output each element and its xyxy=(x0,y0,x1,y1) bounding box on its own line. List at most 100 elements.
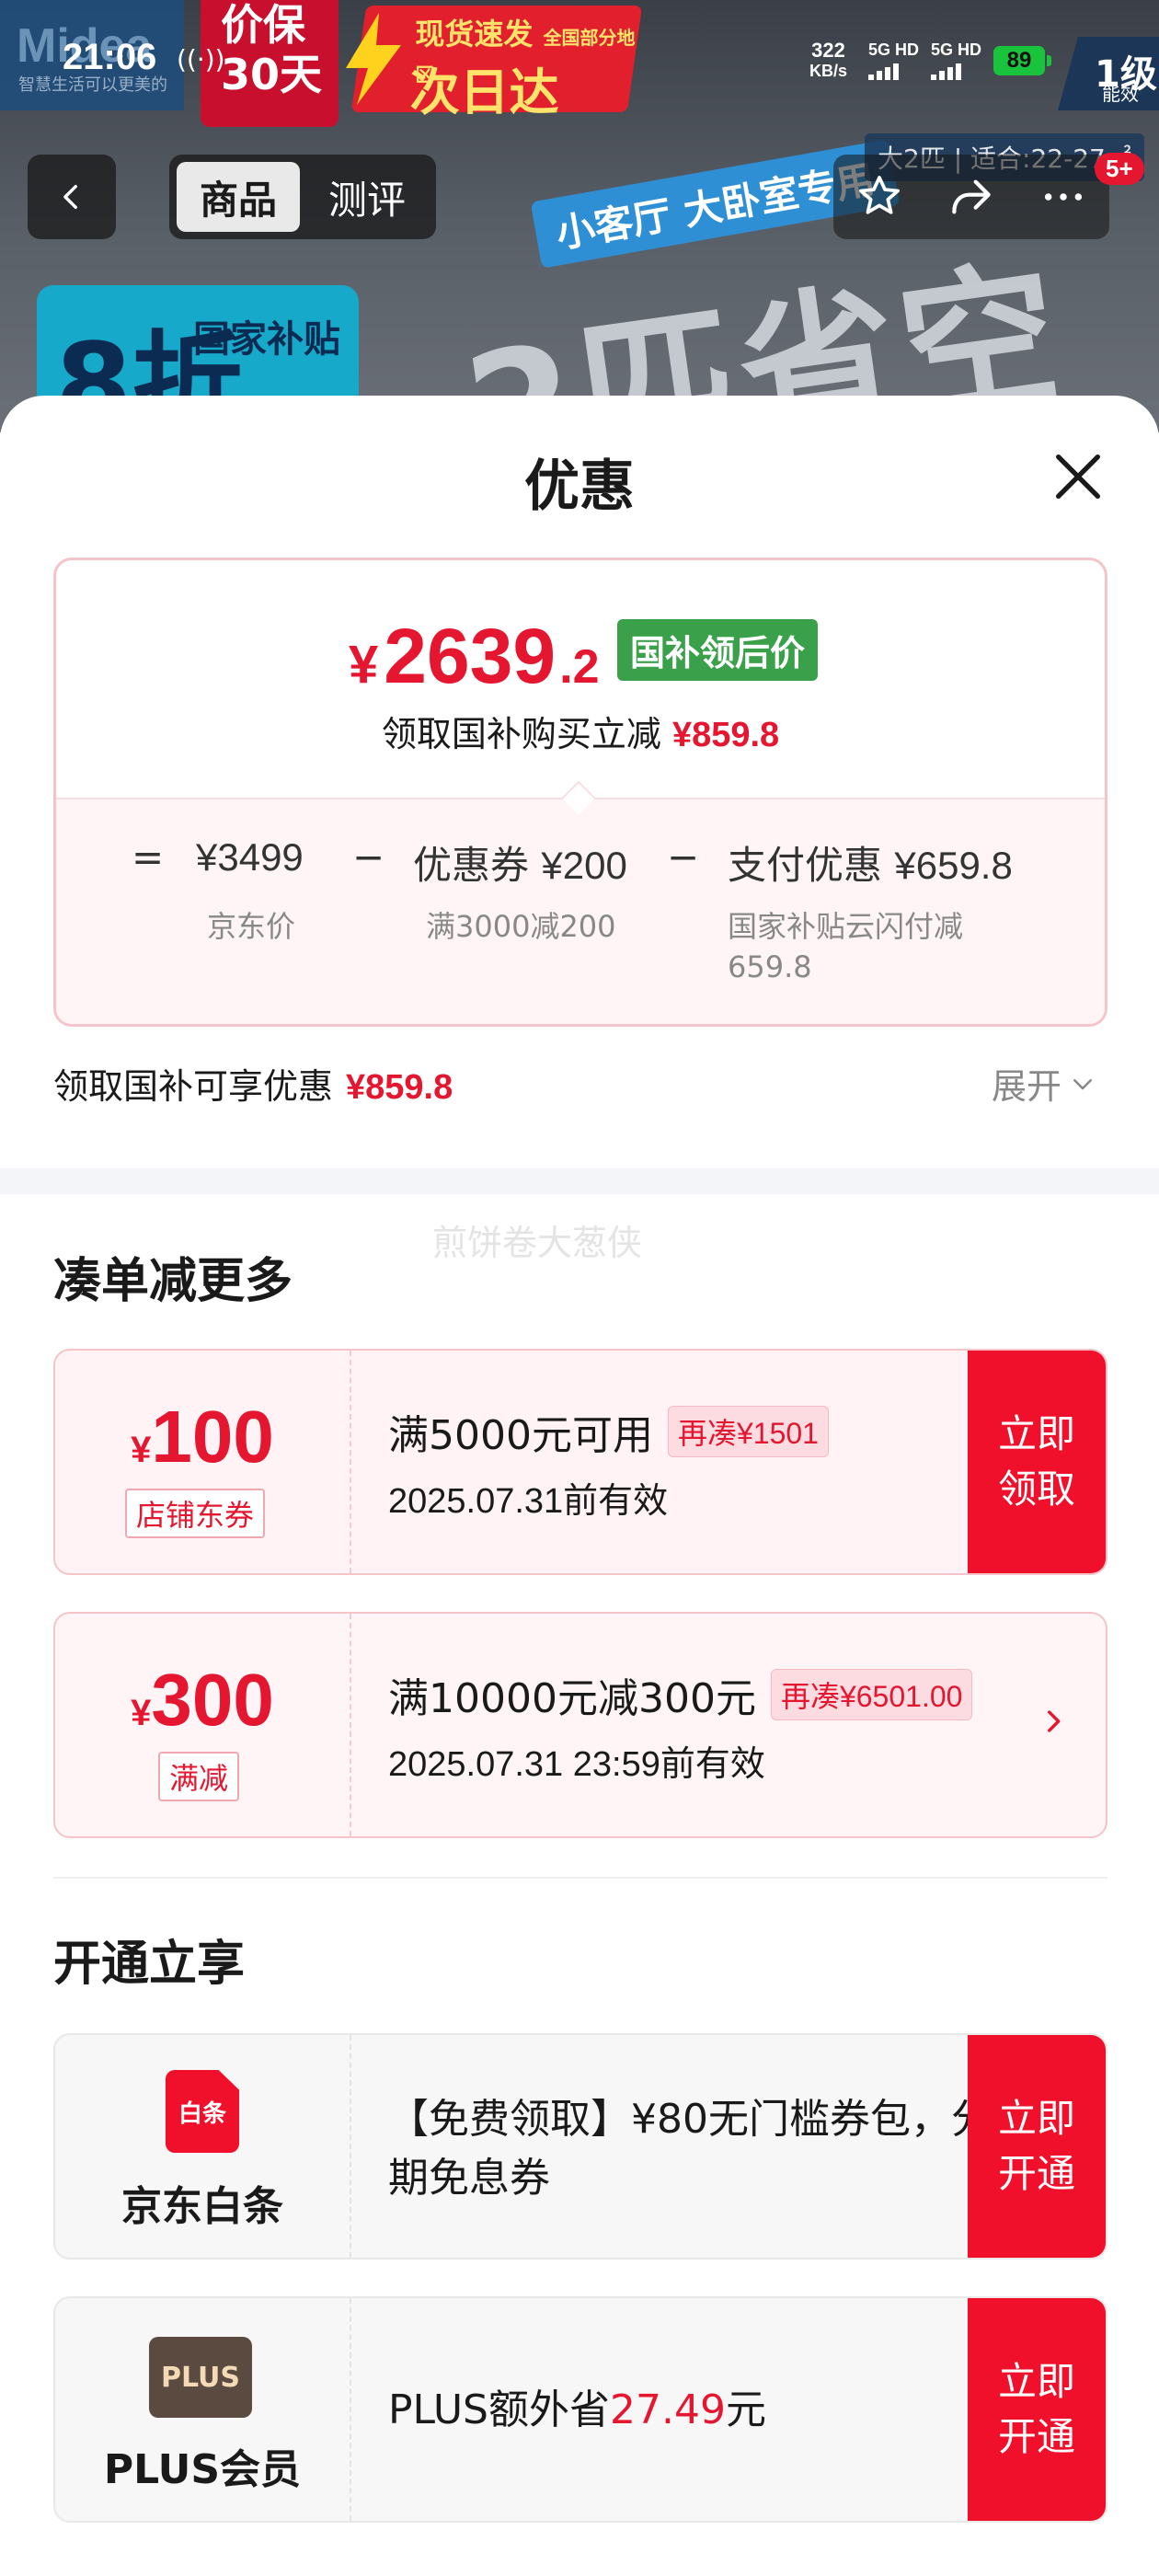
coupon-validity: 2025.07.31前有效 xyxy=(388,1482,669,1521)
activate-label-2: 开通 xyxy=(997,2414,1075,2459)
signal-sim2: 5G HD xyxy=(931,40,981,80)
coupon-type-tag: 店铺东券 xyxy=(125,1489,266,1538)
plus-saving-text: PLUS额外省 xyxy=(388,2386,610,2433)
share-icon[interactable] xyxy=(946,171,997,223)
coupon-discount-amount: ¥200 xyxy=(541,844,627,887)
section-separator xyxy=(53,1877,1107,1879)
enjoy-discount-text: 领取国补可享优惠 xyxy=(53,1066,334,1107)
battery-indicator: 89 xyxy=(993,46,1051,75)
coupon-discount-label: 优惠券 xyxy=(413,843,530,888)
network-speed-value: 322 xyxy=(811,39,845,62)
signal-icon xyxy=(868,63,919,80)
offer-description: PLUS额外省27.49元 xyxy=(388,2381,995,2440)
coupon-type-tag: 满减 xyxy=(158,1752,240,1801)
expand-label: 展开 xyxy=(992,1066,1062,1107)
signal-sim1-label: 5G HD xyxy=(868,40,920,59)
coupon-extra-needed: 再凑¥6501.00 xyxy=(770,1669,973,1720)
coupon-condition-text: 满10000元减300元 xyxy=(388,1675,756,1722)
offer-name: PLUS会员 xyxy=(103,2446,302,2493)
activate-label-1: 立即 xyxy=(997,2359,1075,2404)
star-icon[interactable] xyxy=(854,171,905,223)
subsidy-price-tag: 国补领后价 xyxy=(617,619,819,681)
offer-card-plus: PLUS PLUS会员 PLUS额外省27.49元 立即开通 xyxy=(53,2296,1107,2523)
final-price-decimal: .2 xyxy=(559,640,600,694)
top-actions xyxy=(833,155,1109,239)
discount-sheet: 优惠 ¥ 2639 .2 国补领后价 领取国补购买立减 ¥859.8 = ¥34… xyxy=(0,396,1159,2576)
coupon-divider xyxy=(350,1351,351,1573)
offer-name: 京东白条 xyxy=(121,2183,283,2230)
formula-minus-2: − xyxy=(667,834,700,880)
section-divider xyxy=(0,1168,1159,1194)
tab-review[interactable]: 测评 xyxy=(305,162,429,232)
claim-coupon-button[interactable]: 立即 领取 xyxy=(968,1351,1106,1573)
coupon-value-currency: ¥ xyxy=(131,1430,152,1470)
payment-discount-sub: 国家补贴云闪付减 659.8 xyxy=(728,906,963,987)
activate-plus-button[interactable]: 立即 开通 xyxy=(968,2298,1106,2521)
product-tabs: 商品 测评 xyxy=(169,155,436,239)
coupon-value-amount: 100 xyxy=(151,1396,274,1478)
offer-divider xyxy=(350,2035,351,2258)
nfc-icon: ((·)) xyxy=(177,44,225,75)
coupon-card-fullreduce[interactable]: ¥300 满减 满10000元减300元 再凑¥6501.00 2025.07.… xyxy=(53,1612,1107,1838)
coupon-value-amount: 300 xyxy=(151,1659,274,1741)
plus-saving-unit: 元 xyxy=(725,2386,766,2433)
chevron-left-icon xyxy=(63,184,77,210)
signal-sim1: 5G HD xyxy=(868,40,919,80)
chevron-right-icon xyxy=(1048,1710,1061,1732)
final-price: ¥ 2639 .2 xyxy=(349,612,600,701)
coupon-card-store: ¥100 店铺东券 满5000元可用 再凑¥1501 2025.07.31前有效… xyxy=(53,1349,1107,1575)
coupon-value-currency: ¥ xyxy=(131,1693,152,1733)
formula-minus-1: − xyxy=(352,834,385,880)
more-discounts-title: 凑单减更多 xyxy=(53,1254,293,1309)
payment-discount-amount: ¥659.8 xyxy=(894,844,1013,887)
final-price-currency: ¥ xyxy=(349,635,379,695)
price-breakdown-card: ¥ 2639 .2 国补领后价 领取国补购买立减 ¥859.8 = ¥3499 … xyxy=(53,558,1107,1027)
coupon-validity: 2025.07.31 23:59前有效 xyxy=(388,1745,765,1784)
claim-coupon-label-1: 立即 xyxy=(997,1411,1075,1456)
offer-description: 【免费领取】¥80无门槛券包，分期免息券 xyxy=(388,2096,992,2202)
coupon-value: ¥300 xyxy=(55,1658,350,1742)
activate-label-1: 立即 xyxy=(997,2096,1075,2141)
payment-discount-sub-line1: 国家补贴云闪付减 xyxy=(728,909,964,944)
jd-price-amount: ¥3499 xyxy=(196,835,304,879)
coupon-extra-needed: 再凑¥1501 xyxy=(667,1406,829,1457)
coupon-value: ¥100 xyxy=(55,1395,350,1479)
enjoy-discount-row: 领取国补可享优惠 ¥859.8 xyxy=(53,1058,453,1109)
status-bar: 21:06 ((·)) 322 KB/s 5G HD 5G HD 89 xyxy=(0,0,1159,101)
more-icon[interactable] xyxy=(1038,171,1089,223)
jd-price: ¥3499 xyxy=(196,834,304,880)
network-speed: 322 KB/s xyxy=(809,40,847,81)
subsidy-savings-amount: ¥859.8 xyxy=(671,716,780,754)
payment-discount-sub-line2: 659.8 xyxy=(728,949,812,984)
coupon-condition: 满10000元减300元 再凑¥6501.00 xyxy=(388,1665,973,1724)
network-speed-unit: KB/s xyxy=(809,62,848,80)
plus-logo-icon: PLUS xyxy=(149,2337,252,2418)
sheet-title: 优惠 xyxy=(524,454,635,519)
payment-discount: 支付优惠 ¥659.8 xyxy=(728,834,1013,891)
back-button[interactable] xyxy=(28,155,116,239)
baitiao-logo-icon: 白条 xyxy=(166,2070,239,2153)
plus-saving-amount: 27.49 xyxy=(610,2386,726,2433)
chevron-down-icon xyxy=(1073,1078,1093,1089)
subsidy-label: 国家补贴 xyxy=(193,318,340,361)
activate-label-2: 开通 xyxy=(997,2151,1075,2196)
enjoy-discount-amount: ¥859.8 xyxy=(346,1068,453,1107)
coupon-condition-text: 满5000元可用 xyxy=(388,1412,653,1459)
payment-discount-label: 支付优惠 xyxy=(728,843,883,888)
signal-sim2-label: 5G HD xyxy=(931,40,982,59)
activate-baitiao-button[interactable]: 立即 开通 xyxy=(968,2035,1106,2258)
coupon-divider xyxy=(350,1614,351,1836)
formula-equals: = xyxy=(132,834,165,880)
signal-icon xyxy=(931,63,981,80)
tab-product[interactable]: 商品 xyxy=(177,162,300,232)
expand-button[interactable]: 展开 xyxy=(992,1058,1096,1109)
watermark: 煎饼卷大葱侠 xyxy=(432,1223,643,1263)
close-icon[interactable] xyxy=(1049,447,1107,506)
jd-price-label: 京东价 xyxy=(207,909,296,944)
claim-coupon-label-2: 领取 xyxy=(997,1466,1075,1512)
status-time: 21:06 xyxy=(63,37,157,77)
coupon-discount-sub: 满3000减200 xyxy=(426,909,616,944)
offer-card-baitiao: 白条 京东白条 【免费领取】¥80无门槛券包，分期免息券 立即开通 xyxy=(53,2033,1107,2260)
message-badge: 5+ xyxy=(1095,153,1144,185)
coupon-discount: 优惠券 ¥200 xyxy=(413,834,627,891)
